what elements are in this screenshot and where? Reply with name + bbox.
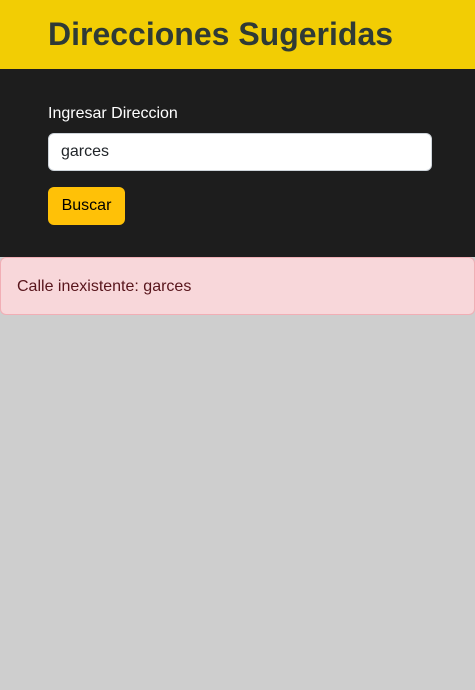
search-panel: Ingresar Direccion Buscar [0, 69, 475, 257]
alert-message: Calle inexistente: garces [17, 276, 191, 298]
app-header: Direcciones Sugeridas [0, 0, 475, 69]
error-alert: Calle inexistente: garces [0, 257, 475, 315]
address-input[interactable] [48, 133, 432, 171]
alert-query: garces [143, 278, 192, 295]
alert-prefix: Calle inexistente: [17, 278, 144, 295]
page-title: Direcciones Sugeridas [48, 16, 394, 52]
search-button[interactable]: Buscar [48, 187, 125, 225]
address-label: Ingresar Direccion [48, 105, 178, 122]
